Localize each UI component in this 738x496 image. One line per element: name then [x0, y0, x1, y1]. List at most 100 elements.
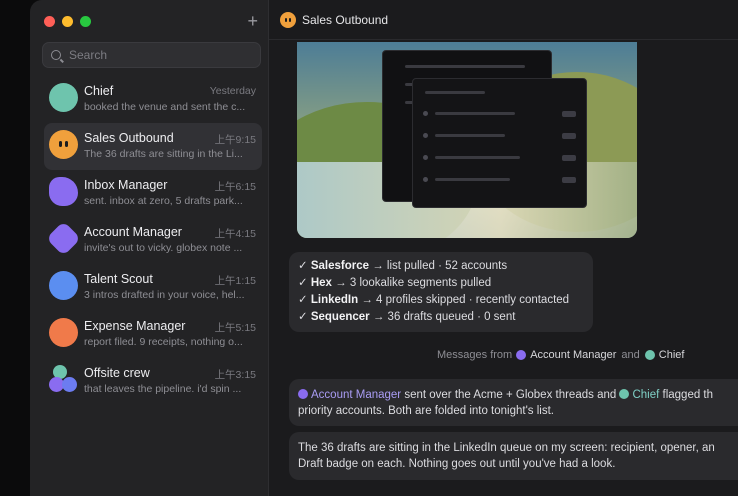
maximize-window-button[interactable] [80, 16, 91, 27]
conversation-name: Expense Manager [84, 319, 186, 333]
inbox-manager-avatar [49, 177, 78, 206]
tool-name: Salesforce [310, 260, 370, 272]
conversation-preview: that leaves the pipeline. i'd spin ... [84, 383, 242, 395]
account-manager-avatar [46, 221, 81, 256]
conversation-time: 上午4:15 [214, 228, 256, 240]
mention-account-manager[interactable]: Account Manager [311, 389, 401, 401]
conversation-name: Offsite crew [84, 366, 150, 380]
conversation-name: Account Manager [84, 225, 182, 239]
check-icon: ✓ [298, 277, 308, 289]
account-manager-avatar [516, 350, 527, 360]
tool-name: LinkedIn [310, 294, 359, 306]
chief-avatar [619, 389, 630, 399]
tool-detail: → 4 profiles skipped · recently contacte… [361, 294, 570, 306]
mock-button [562, 177, 576, 183]
conversation-name: Chief [84, 84, 114, 98]
chat-title: Sales Outbound [302, 12, 389, 27]
divider-agent-name: Chief [658, 349, 685, 361]
conversation-item-inbox-manager[interactable]: Inbox Manager 上午6:15 sent. inbox at zero… [44, 170, 262, 217]
divider-agent-name: Account Manager [530, 349, 617, 361]
conversation-list: Chief Yesterday booked the venue and sen… [44, 76, 262, 405]
search-box[interactable] [42, 42, 261, 68]
conversation-time: 上午9:15 [214, 134, 256, 146]
window-controls [44, 16, 91, 27]
new-conversation-button[interactable]: + [247, 12, 258, 30]
conversation-preview: report filed. 9 receipts, nothing o... [84, 336, 243, 348]
mock-line [425, 91, 485, 94]
message-text: flagged th [659, 389, 714, 401]
check-icon: ✓ [298, 311, 308, 323]
mock-button [562, 111, 576, 117]
conversation-item-chief[interactable]: Chief Yesterday booked the venue and sen… [44, 76, 262, 123]
mention-chief[interactable]: Chief [632, 389, 659, 401]
mock-line [435, 134, 505, 137]
screenshot-attachment[interactable] [297, 42, 637, 238]
conversation-name: Inbox Manager [84, 178, 168, 192]
conversation-item-offsite-crew[interactable]: Offsite crew 上午3:15 that leaves the pipe… [44, 358, 262, 405]
conversation-preview: invite's out to vicky. globex note ... [84, 242, 243, 254]
chat-panel: Sales Outbound ✓ Salesforce → list pulle… [269, 0, 738, 496]
tool-detail: → list pulled · 52 accounts [372, 260, 508, 272]
message-text: sent over the Acme + Globex threads and [401, 389, 620, 401]
sales-outbound-avatar [280, 11, 296, 28]
offsite-crew-avatar [49, 365, 78, 394]
tool-name: Hex [310, 277, 332, 289]
message-line: Account Manager sent over the Acme + Glo… [298, 387, 738, 403]
checklist-row: ✓ Salesforce → list pulled · 52 accounts [298, 258, 584, 275]
search-icon [51, 50, 61, 60]
conversation-time: 上午6:15 [214, 181, 256, 193]
close-window-button[interactable] [44, 16, 55, 27]
chief-avatar [644, 350, 655, 360]
conversation-time: 上午5:15 [214, 322, 256, 334]
conversation-item-talent-scout[interactable]: Talent Scout 上午1:15 3 intros drafted in … [44, 264, 262, 311]
conversation-name: Sales Outbound [84, 131, 174, 145]
app-window: + Chief Yesterday booked the venue and s… [30, 0, 738, 496]
tool-summary-bubble: ✓ Salesforce → list pulled · 52 accounts… [289, 252, 593, 332]
message-line: Draft badge on each. Nothing goes out un… [298, 458, 616, 470]
tool-detail: → 3 lookalike segments pulled [335, 277, 492, 289]
mock-dot [423, 111, 428, 116]
message-line: priority accounts. Both are folded into … [298, 405, 554, 417]
conversation-time: Yesterday [209, 85, 256, 97]
conversation-name: Talent Scout [84, 272, 153, 286]
mock-line [435, 112, 515, 115]
account-manager-avatar [298, 389, 308, 399]
tool-detail: → 36 drafts queued · 0 sent [372, 311, 516, 323]
tool-name: Sequencer [310, 311, 370, 323]
conversation-item-expense-manager[interactable]: Expense Manager 上午5:15 report filed. 9 r… [44, 311, 262, 358]
mock-line [435, 178, 510, 181]
conversation-time: 上午1:15 [214, 275, 256, 287]
messages-from-divider: Messages from Account Manager and Chief [437, 349, 684, 361]
divider-prefix: Messages from [437, 349, 513, 361]
checklist-row: ✓ Hex → 3 lookalike segments pulled [298, 275, 584, 292]
conversation-preview: booked the venue and sent the c... [84, 101, 246, 113]
sales-outbound-avatar [49, 130, 78, 159]
minimize-window-button[interactable] [62, 16, 73, 27]
conversation-time: 上午3:15 [214, 369, 256, 381]
search-input[interactable] [69, 48, 249, 62]
mock-line [405, 65, 525, 68]
conversation-item-account-manager[interactable]: Account Manager 上午4:15 invite's out to v… [44, 217, 262, 264]
talent-scout-avatar [49, 271, 78, 300]
message-bubble: Account Manager sent over the Acme + Glo… [289, 379, 738, 426]
expense-manager-avatar [49, 318, 78, 347]
mock-button [562, 155, 576, 161]
divider-joiner: and [621, 349, 640, 361]
mock-dot [423, 177, 428, 182]
mock-line [435, 156, 520, 159]
checklist-row: ✓ Sequencer → 36 drafts queued · 0 sent [298, 309, 584, 326]
check-icon: ✓ [298, 260, 308, 272]
chief-avatar [49, 83, 78, 112]
mock-dot [423, 155, 428, 160]
sidebar: + Chief Yesterday booked the venue and s… [30, 0, 269, 496]
conversation-preview: The 36 drafts are sitting in the Li... [84, 148, 243, 160]
message-line: The 36 drafts are sitting in the LinkedI… [298, 442, 715, 454]
checklist-row: ✓ LinkedIn → 4 profiles skipped · recent… [298, 292, 584, 309]
mock-button [562, 133, 576, 139]
mock-window-front [412, 78, 587, 208]
conversation-preview: 3 intros drafted in your voice, hel... [84, 289, 245, 301]
conversation-preview: sent. inbox at zero, 5 drafts park... [84, 195, 243, 207]
mock-dot [423, 133, 428, 138]
message-bubble: The 36 drafts are sitting in the LinkedI… [289, 432, 738, 480]
conversation-item-sales-outbound[interactable]: Sales Outbound 上午9:15 The 36 drafts are … [44, 123, 262, 170]
